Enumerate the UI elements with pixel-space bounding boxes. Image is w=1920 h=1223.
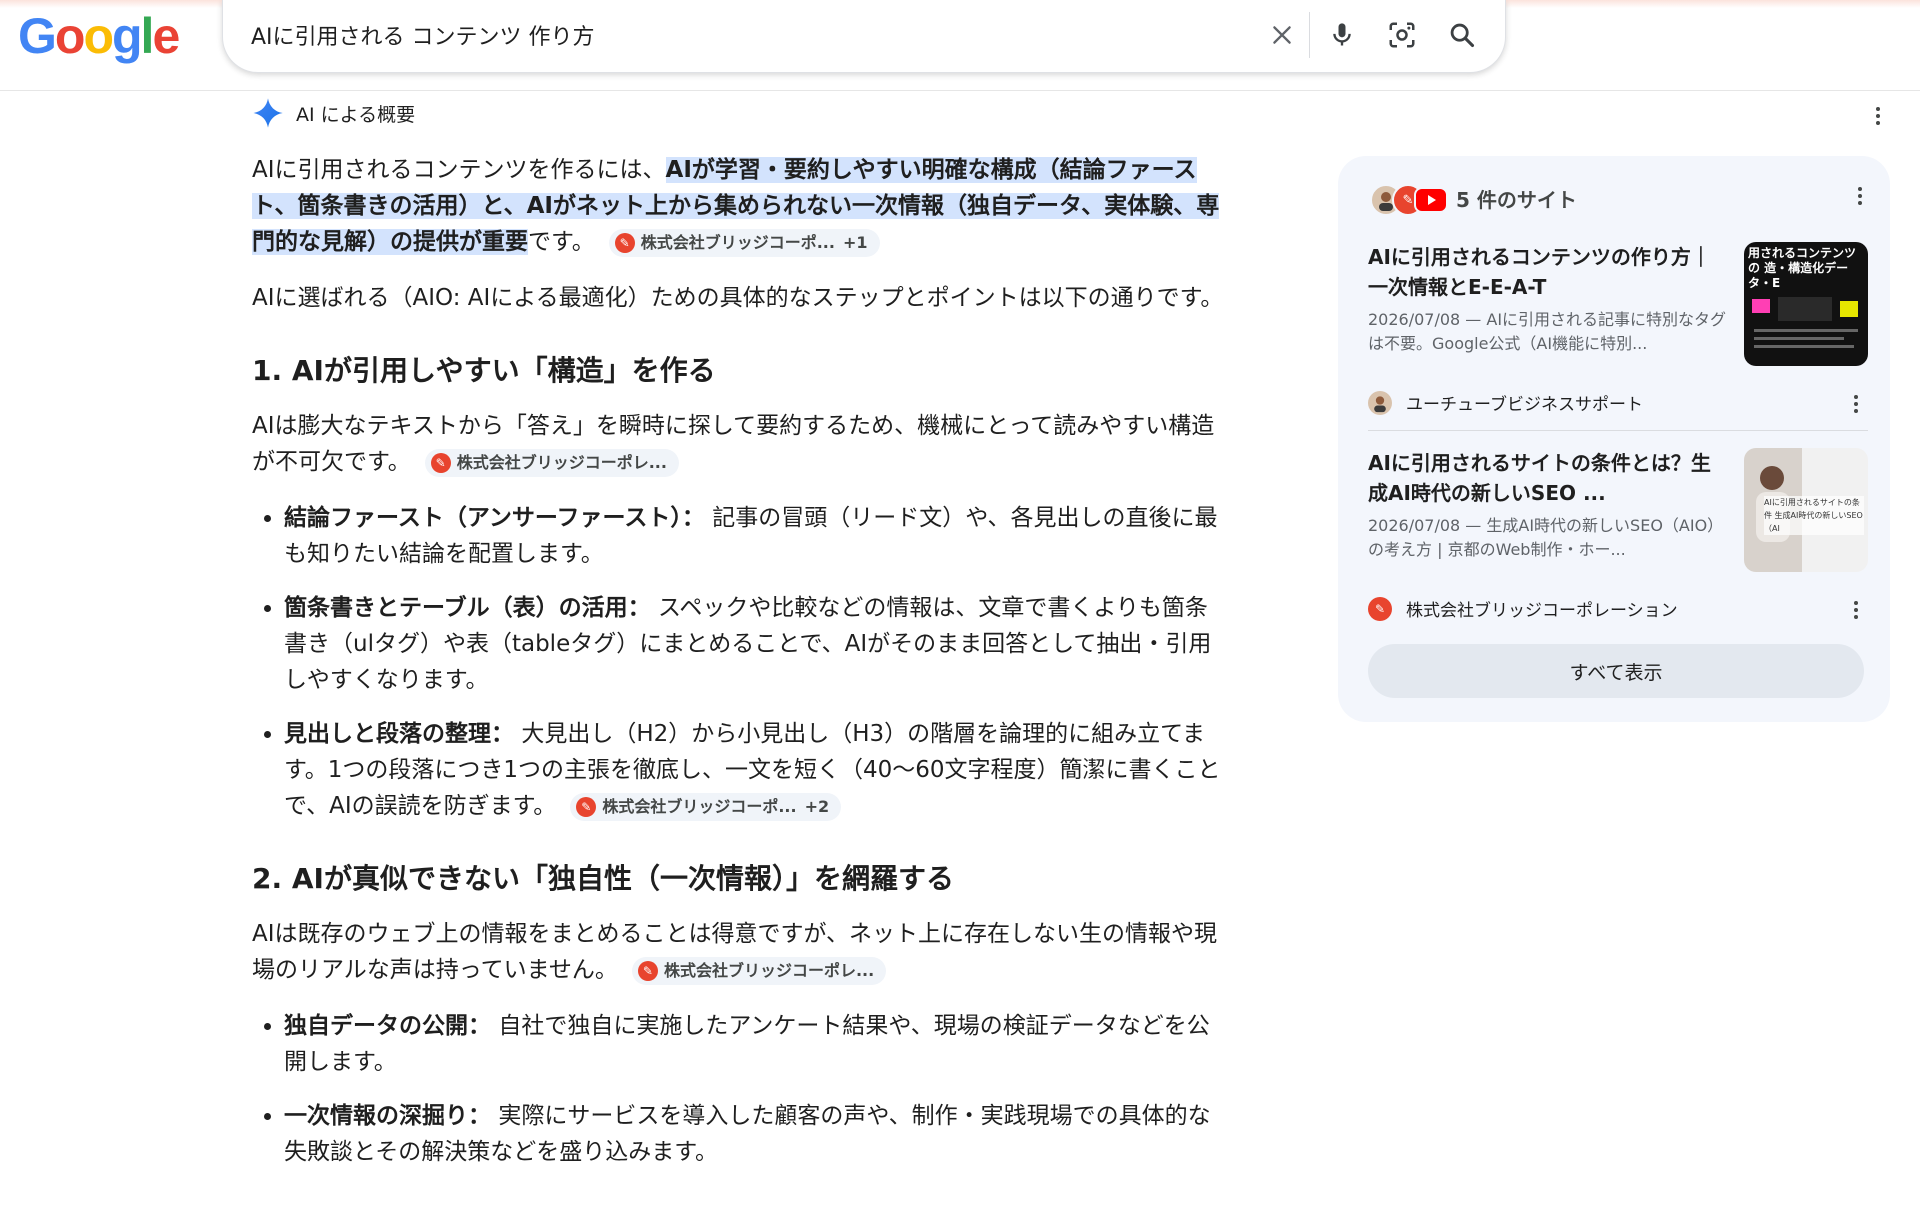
youtube-icon: [1414, 187, 1448, 213]
sources-header: ✎ 5 件のサイト: [1370, 182, 1577, 216]
ai-overview-label: AI による概要: [296, 103, 416, 126]
section-heading: 2. AIが真似できない「独自性（一次情報）」を網羅する: [252, 862, 954, 895]
bridge-favicon: ✎: [637, 960, 658, 981]
microphone-icon: [1333, 23, 1351, 46]
citation-chip[interactable]: ✎ 株式会社ブリッジコーポレ...: [424, 448, 679, 477]
citation-chip[interactable]: ✎ 株式会社ブリッジコーポ... +1: [608, 228, 880, 257]
list-item: 箇条書きとテーブル（表）の活用： スペックや比較などの情報は、文章で書くよりも箇…: [284, 590, 1227, 698]
sources-more-button[interactable]: [1848, 184, 1872, 208]
search-input[interactable]: [251, 18, 1201, 52]
bridge-favicon: ✎: [430, 452, 451, 473]
search-icon: [1450, 23, 1475, 48]
ai-overview-content: AIに引用されるコンテンツを作るには、AIが学習・要約しやすい明確な構成（結論フ…: [252, 152, 1227, 1188]
source-card-snippet: 2026/07/08 — 生成AI時代の新しいSEO（AIO）の考え方 | 京都…: [1368, 516, 1724, 559]
section-heading: 1. AIが引用しやすい「構造」を作る: [252, 354, 716, 387]
list-item: 見出しと段落の整理： 大見出し（H2）から小見出し（H3）の階層を論理的に組み立…: [284, 716, 1227, 824]
search-header: Google: [0, 0, 1920, 91]
citation-chip[interactable]: ✎ 株式会社ブリッジコーポ... +2: [570, 792, 842, 821]
bullet-list: 結論ファースト（アンサーファースト）： 記事の冒頭（リード文）や、各見出しの直後…: [252, 500, 1227, 824]
source-site[interactable]: ユーチューブビジネスサポート: [1368, 390, 1643, 415]
google-logo[interactable]: Google: [18, 6, 180, 66]
source-thumbnail[interactable]: AIに引用されるサイトの条件 生成AI時代の新しいSEO（AI: [1744, 448, 1868, 572]
search-button[interactable]: [1441, 14, 1483, 56]
avatar: [1368, 390, 1392, 415]
lens-search-button[interactable]: [1381, 14, 1423, 56]
source-site[interactable]: ✎ 株式会社ブリッジコーポレーション: [1368, 596, 1678, 621]
sources-count: 5 件のサイト: [1456, 187, 1577, 212]
person-avatar-icon: [1374, 395, 1386, 412]
clear-search-button[interactable]: [1261, 14, 1303, 56]
bridge-favicon: ✎: [576, 796, 597, 817]
divider: [1368, 430, 1868, 431]
section-body: AIは既存のウェブ上の情報をまとめることは得意ですが、ネット上に存在しない生の情…: [252, 921, 1218, 985]
bullet-list: 独自データの公開： 自社で独自に実施したアンケート結果や、現場の検証データなどを…: [252, 1008, 1227, 1170]
gemini-sparkle-icon: [253, 98, 283, 128]
source-thumbnail[interactable]: 用されるコンテンツの 造・構造化データ・E: [1744, 242, 1868, 366]
search-divider: [1309, 12, 1310, 58]
thumbnail-graphic: [1752, 297, 1858, 348]
list-item: 独自データの公開： 自社で独自に実施したアンケート結果や、現場の検証データなどを…: [284, 1008, 1227, 1080]
show-all-button[interactable]: すべて表示: [1368, 644, 1864, 698]
list-item: 一次情報の深掘り： 実際にサービスを導入した顧客の声や、制作・実践現場での具体的…: [284, 1098, 1227, 1170]
source-card[interactable]: AIに引用されるサイトの条件とは？生成AI時代の新しいSEO ... 2026/…: [1368, 448, 1868, 622]
source-card-title[interactable]: AIに引用されるコンテンツの作り方｜一次情報とE-E-A-T: [1368, 242, 1728, 302]
bridge-favicon: ✎: [614, 232, 635, 253]
source-more-button[interactable]: [1844, 392, 1868, 416]
source-card[interactable]: AIに引用されるコンテンツの作り方｜一次情報とE-E-A-T 2026/07/0…: [1368, 242, 1868, 416]
citation-chip[interactable]: ✎ 株式会社ブリッジコーポレ...: [631, 956, 887, 985]
close-icon: [1273, 26, 1291, 44]
voice-search-button[interactable]: [1321, 14, 1363, 56]
camera-lens-icon: [1389, 22, 1415, 48]
sources-panel: ✎ 5 件のサイト AIに引用されるコンテンツの作り方｜一次情報とE-E-A-T…: [1338, 156, 1890, 722]
source-card-title[interactable]: AIに引用されるサイトの条件とは？生成AI時代の新しいSEO ...: [1368, 448, 1728, 508]
ai-overview-header: AI による概要: [252, 97, 415, 129]
source-favicons: ✎: [1370, 182, 1450, 216]
bridge-favicon: ✎: [1368, 596, 1392, 621]
ai-overview-more-button[interactable]: [1866, 104, 1890, 128]
source-more-button[interactable]: [1844, 598, 1868, 622]
list-item: 結論ファースト（アンサーファースト）： 記事の冒頭（リード文）や、各見出しの直後…: [284, 500, 1227, 572]
search-box: [222, 0, 1506, 73]
source-card-snippet: 2026/07/08 — AIに引用される記事に特別なタグは不要。Google公…: [1368, 310, 1727, 353]
steps-intro-paragraph: AIに選ばれる（AIO: AIによる最適化）ための具体的なステップとポイントは以…: [252, 285, 1224, 311]
intro-paragraph: AIに引用されるコンテンツを作るには、AIが学習・要約しやすい明確な構成（結論フ…: [252, 157, 1220, 257]
section-body: AIは膨大なテキストから「答え」を瞬時に探して要約するため、機械にとって読みやす…: [252, 413, 1215, 477]
